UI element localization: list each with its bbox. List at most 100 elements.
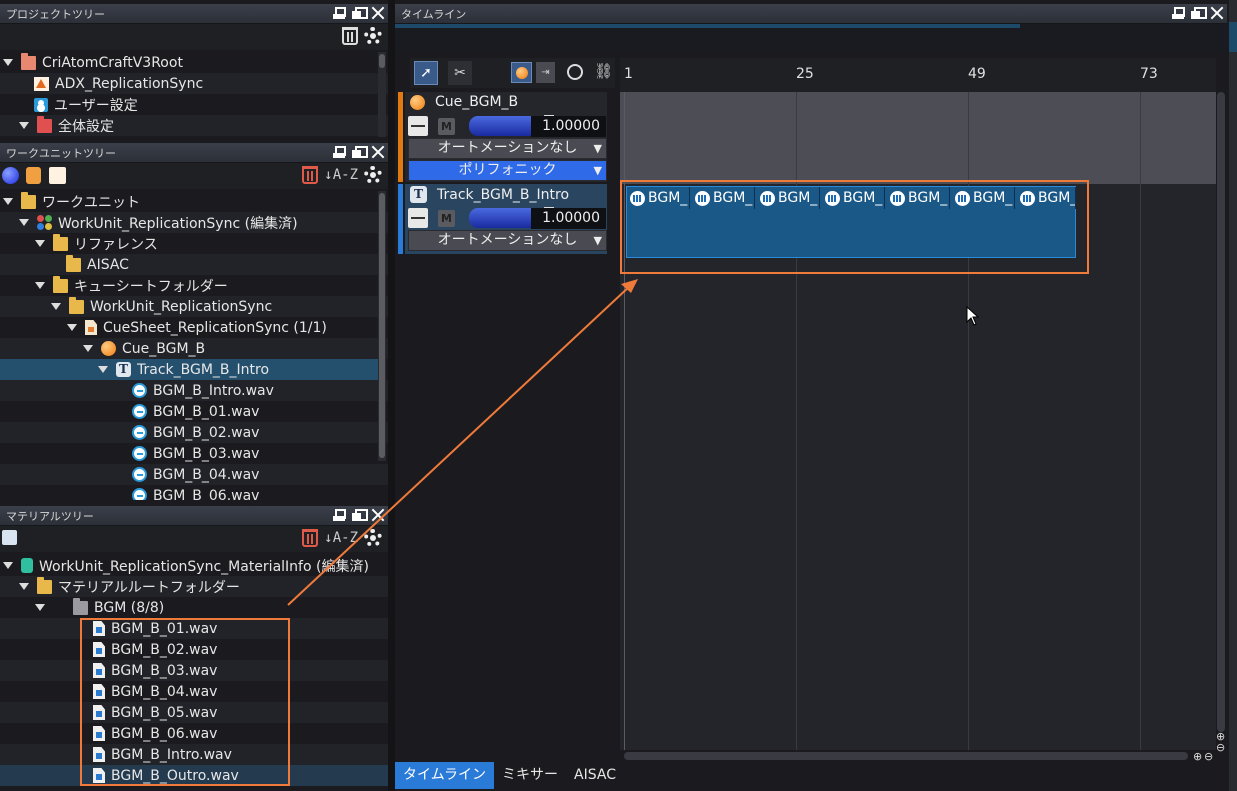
mouse-cursor [966, 306, 980, 326]
pin-icon[interactable] [1172, 6, 1185, 20]
waveform-icon[interactable] [408, 116, 428, 136]
adx-icon[interactable] [49, 167, 66, 184]
tree-item[interactable]: WorkUnit_ReplicationSync [0, 296, 388, 317]
workunit-tree-toolbar: ↓A-Z [0, 163, 388, 189]
scissors-tool-icon[interactable]: ✂ [448, 61, 472, 85]
material-import-icon[interactable] [2, 530, 17, 545]
zoom-in-icon[interactable]: ⊕ [1193, 750, 1202, 763]
tree-item[interactable]: ユーザー設定 [0, 94, 388, 115]
zoom-out-icon[interactable]: ⊖ [1216, 741, 1225, 754]
project-tree-toolbar [0, 24, 388, 50]
maximize-icon[interactable] [1191, 6, 1207, 20]
tree-item[interactable]: CueSheet_ReplicationSync (1/1) [0, 317, 388, 338]
tree-item[interactable]: マテリアルルートフォルダー [0, 576, 388, 597]
scrollbar[interactable] [378, 191, 386, 461]
tree-item[interactable]: AISAC [0, 254, 388, 275]
tab-timeline[interactable]: タイムライン [395, 762, 495, 789]
tree-item[interactable]: BGM_B_06.wav [0, 485, 388, 500]
tree-item[interactable]: WorkUnit_ReplicationSync (編集済) [0, 212, 388, 233]
tree-item[interactable]: 全体設定 [0, 115, 388, 136]
tree-item[interactable]: キューシートフォルダー [0, 275, 388, 296]
ruler-tick: 25 [796, 66, 814, 82]
close-icon[interactable] [1210, 6, 1223, 20]
tab-mixer[interactable]: ミキサー [494, 762, 566, 789]
folder-icon [21, 52, 36, 70]
clock-icon[interactable] [567, 64, 583, 80]
cue-lane [620, 92, 1216, 184]
tree-item[interactable]: ADX_ReplicationSync [0, 73, 388, 94]
cue-icon [101, 341, 116, 356]
bottom-tabs: タイムライン ミキサー AISAC [395, 762, 624, 789]
ruler-tick: 73 [1140, 66, 1158, 82]
link-icon[interactable]: ⛓ [594, 62, 613, 80]
panel-splitter[interactable] [388, 0, 395, 791]
close-icon[interactable] [371, 6, 384, 20]
pin-icon[interactable] [333, 145, 346, 159]
trash-icon[interactable] [342, 27, 358, 45]
folder-icon [37, 115, 52, 133]
scrollbar[interactable] [378, 52, 386, 137]
horizontal-scrollbar[interactable] [624, 752, 1188, 760]
zoom-out-icon[interactable]: ⊖ [1204, 750, 1213, 763]
project-tree-titlebar: プロジェクトツリー [0, 4, 388, 24]
folder-icon [66, 254, 81, 272]
maximize-icon[interactable] [352, 145, 368, 159]
pin-icon[interactable] [333, 6, 346, 20]
tree-item-selected[interactable]: T Track_BGM_B_Intro [0, 359, 378, 380]
user-settings-icon [34, 97, 48, 112]
timeline-overview[interactable] [395, 24, 1227, 54]
close-icon[interactable] [371, 508, 384, 522]
tree-item[interactable]: CriAtomCraftV3Root [0, 52, 388, 73]
sort-icon[interactable]: ↓A-Z [324, 530, 358, 546]
maximize-icon[interactable] [352, 508, 368, 522]
maximize-icon[interactable] [352, 6, 368, 20]
tree-item[interactable]: Cue_BGM_B [0, 338, 388, 359]
timeline-toolbar: ➚ ✂ ⇥ ⛓ [410, 58, 615, 88]
volume-value[interactable]: 1.00000 [531, 116, 606, 137]
automation-dropdown[interactable]: オートメーションなし [408, 230, 607, 251]
trash-icon[interactable] [302, 529, 319, 547]
cue-name[interactable]: Cue_BGM_B [410, 94, 518, 110]
tree-item[interactable]: BGM (8/8) [0, 597, 388, 618]
pin-icon[interactable] [333, 508, 346, 522]
tree-item[interactable]: BGM_B_Intro.wav [0, 380, 388, 401]
sort-icon[interactable]: ↓A-Z [324, 167, 358, 183]
cue-sheet-icon[interactable] [26, 167, 41, 184]
select-tool-icon[interactable]: ➚ [414, 61, 438, 85]
header-splitter[interactable] [612, 92, 620, 750]
track-name[interactable]: T Track_BGM_B_Intro [410, 186, 569, 203]
gear-icon[interactable] [364, 27, 382, 45]
mute-button[interactable]: M [438, 118, 455, 135]
timeline-highlight-box [620, 180, 1089, 274]
tree-item[interactable]: ワークユニット [0, 191, 388, 212]
tab-aisac[interactable]: AISAC [566, 762, 624, 789]
volume-value[interactable]: 1.00000 [531, 208, 606, 229]
tree-item[interactable]: リファレンス [0, 233, 388, 254]
cue-sheet-icon [85, 320, 97, 335]
mute-button[interactable]: M [438, 210, 455, 227]
timeline-title: タイムライン [401, 7, 467, 21]
folder-icon [37, 576, 52, 594]
track-icon: T [410, 186, 427, 203]
insert-icon[interactable]: ⇥ [536, 62, 555, 83]
waveform-icon[interactable] [408, 208, 428, 228]
tree-item[interactable]: WorkUnit_ReplicationSync_MaterialInfo (編… [0, 555, 388, 576]
mode-dropdown[interactable]: ポリフォニック [408, 160, 607, 181]
material-highlight-box [80, 618, 290, 786]
gear-icon[interactable] [364, 529, 382, 547]
gear-icon[interactable] [364, 166, 382, 184]
vertical-scrollbar[interactable] [1217, 92, 1225, 732]
timeline-ruler[interactable] [620, 58, 1216, 92]
trash-icon[interactable] [302, 166, 319, 184]
tree-item[interactable]: BGM_B_04.wav [0, 464, 388, 485]
folder-icon [53, 233, 68, 251]
track-icon: T [116, 362, 131, 377]
tree-item[interactable]: BGM_B_01.wav [0, 401, 388, 422]
orange-orb-icon[interactable] [511, 62, 532, 83]
blue-sphere-icon[interactable] [2, 167, 19, 184]
tree-item[interactable]: BGM_B_03.wav [0, 443, 388, 464]
close-icon[interactable] [371, 145, 384, 159]
tree-item[interactable]: BGM_B_02.wav [0, 422, 388, 443]
ruler-tick: 49 [968, 66, 986, 82]
automation-dropdown[interactable]: オートメーションなし [408, 138, 607, 159]
